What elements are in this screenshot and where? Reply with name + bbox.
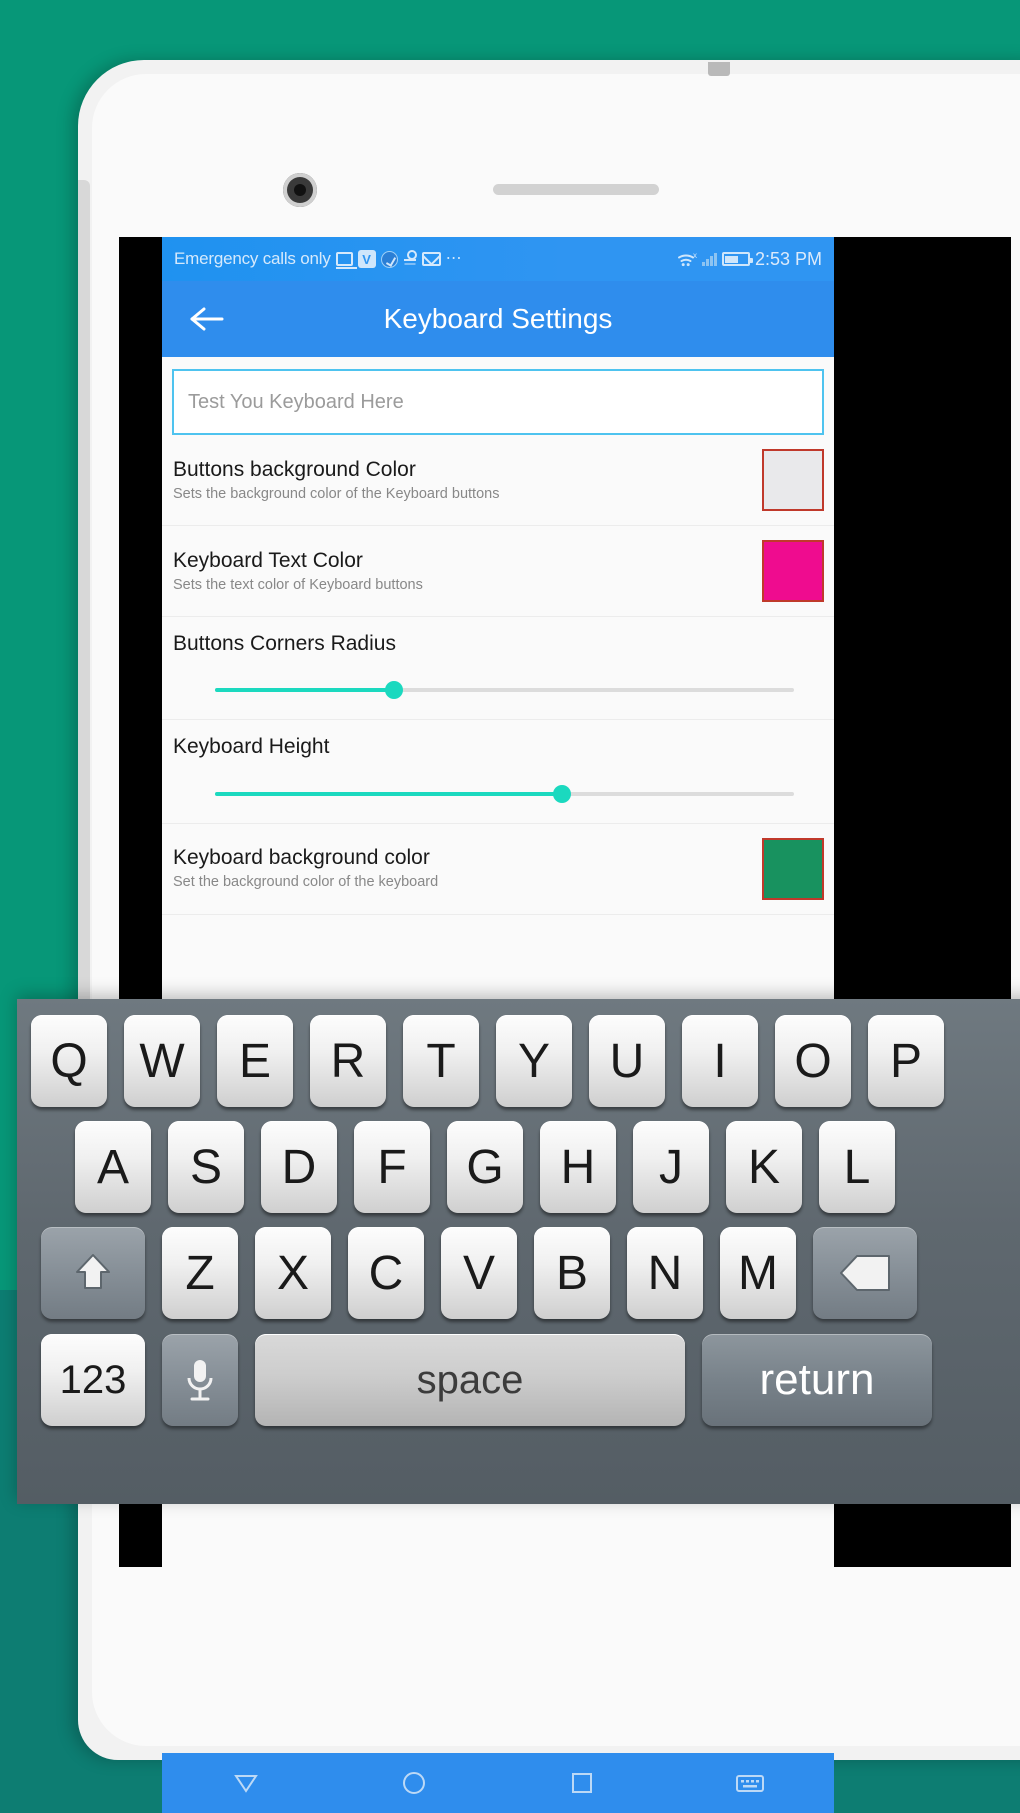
- color-swatch[interactable]: [762, 540, 824, 602]
- return-key[interactable]: return: [702, 1334, 932, 1426]
- slider-wrap: [173, 679, 824, 701]
- row-title: Keyboard background color: [173, 846, 430, 870]
- keyboard-row-1: Q W E R T Y U I O P: [17, 999, 1020, 1107]
- odnoklassniki-icon: [403, 250, 417, 268]
- status-bar: Emergency calls only V ⋯ x 2:53 PM: [162, 237, 834, 281]
- row-title: Keyboard Text Color: [173, 548, 363, 572]
- wifi-icon: x: [677, 251, 697, 267]
- browser-icon: [380, 250, 398, 268]
- key-q[interactable]: Q: [31, 1015, 107, 1107]
- row-title: Keyboard Height: [173, 735, 330, 759]
- setting-row-buttons-corners-radius[interactable]: Buttons Corners Radius: [162, 617, 834, 721]
- color-swatch[interactable]: [762, 449, 824, 511]
- shift-icon[interactable]: [41, 1227, 145, 1319]
- monitor-icon: [335, 252, 357, 269]
- color-swatch[interactable]: [762, 837, 824, 900]
- key-r[interactable]: R: [310, 1015, 386, 1107]
- keyboard-row-2: A S D F G H J K L: [17, 1107, 1020, 1213]
- row-title: Buttons Corners Radius: [173, 632, 396, 655]
- mail-icon: [421, 252, 441, 266]
- key-b[interactable]: B: [534, 1227, 610, 1319]
- key-s[interactable]: S: [168, 1121, 244, 1213]
- front-camera-icon: [283, 173, 317, 207]
- status-bar-left: Emergency calls only V ⋯: [174, 249, 677, 269]
- key-u[interactable]: U: [589, 1015, 665, 1107]
- key-o[interactable]: O: [775, 1015, 851, 1107]
- key-a[interactable]: A: [75, 1121, 151, 1213]
- setting-row-buttons-background-color[interactable]: Buttons background Color Sets the backgr…: [162, 435, 834, 526]
- key-k[interactable]: K: [726, 1121, 802, 1213]
- key-v[interactable]: V: [441, 1227, 517, 1319]
- row-subtitle: Sets the background color of the Keyboar…: [173, 485, 500, 502]
- delete-icon[interactable]: [813, 1227, 917, 1319]
- app-bar: Keyboard Settings: [162, 281, 834, 357]
- slider-fill: [215, 688, 395, 693]
- device-top-nub: [708, 62, 730, 76]
- key-n[interactable]: N: [627, 1227, 703, 1319]
- setting-row-keyboard-height[interactable]: Keyboard Height: [162, 720, 834, 824]
- keyboard-height-slider[interactable]: [215, 783, 794, 805]
- key-z[interactable]: Z: [162, 1227, 238, 1319]
- space-key[interactable]: space: [255, 1334, 685, 1426]
- signal-bars-icon: [702, 252, 717, 266]
- key-f[interactable]: F: [354, 1121, 430, 1213]
- key-t[interactable]: T: [403, 1015, 479, 1107]
- test-keyboard-field[interactable]: [172, 369, 824, 435]
- keyboard-row-3: Z X C V B N M: [17, 1213, 1020, 1319]
- key-h[interactable]: H: [540, 1121, 616, 1213]
- svg-text:x: x: [693, 251, 697, 260]
- row-texts: Keyboard Text Color Sets the text color …: [173, 548, 762, 595]
- row-subtitle: Sets the text color of Keyboard buttons: [173, 576, 423, 593]
- setting-row-keyboard-background-color[interactable]: Keyboard background color Set the backgr…: [162, 824, 834, 915]
- key-c[interactable]: C: [348, 1227, 424, 1319]
- key-e[interactable]: E: [217, 1015, 293, 1107]
- slider-thumb[interactable]: [385, 681, 404, 700]
- setting-row-keyboard-text-color[interactable]: Keyboard Text Color Sets the text color …: [162, 526, 834, 617]
- earpiece-speaker: [493, 184, 659, 195]
- key-j[interactable]: J: [633, 1121, 709, 1213]
- microphone-icon[interactable]: [162, 1334, 238, 1426]
- key-p[interactable]: P: [868, 1015, 944, 1107]
- keyboard-icon[interactable]: [730, 1768, 770, 1798]
- back-triangle-icon[interactable]: [226, 1768, 266, 1798]
- key-l[interactable]: L: [819, 1121, 895, 1213]
- row-texts: Keyboard background color Set the backgr…: [173, 845, 762, 892]
- back-arrow-icon[interactable]: [180, 292, 234, 346]
- row-title: Buttons background Color: [173, 457, 416, 481]
- test-keyboard-input[interactable]: [188, 390, 808, 414]
- status-bar-right: x 2:53 PM: [677, 249, 822, 270]
- home-circle-icon[interactable]: [394, 1768, 434, 1798]
- carrier-label: Emergency calls only: [174, 249, 331, 268]
- keyboard-row-4: 123 space return: [17, 1319, 1020, 1426]
- slider-wrap: [173, 783, 824, 805]
- row-subtitle: Set the background color of the keyboard: [173, 874, 439, 891]
- key-y[interactable]: Y: [496, 1015, 572, 1107]
- onscreen-keyboard: Q W E R T Y U I O P A S D F G H J K L Z …: [17, 999, 1020, 1504]
- slider-fill: [215, 791, 563, 796]
- android-navigation-bar: [162, 1753, 834, 1813]
- key-w[interactable]: W: [124, 1015, 200, 1107]
- key-i[interactable]: I: [682, 1015, 758, 1107]
- slider-thumb[interactable]: [553, 784, 572, 803]
- vk-icon: V: [357, 250, 376, 268]
- row-texts: Buttons background Color Sets the backgr…: [173, 457, 762, 504]
- page-title: Keyboard Settings: [383, 303, 613, 334]
- key-m[interactable]: M: [720, 1227, 796, 1319]
- battery-icon: [721, 252, 753, 266]
- recents-square-icon[interactable]: [562, 1768, 602, 1798]
- corner-radius-slider[interactable]: [215, 679, 794, 701]
- clock-label: 2:53 PM: [754, 248, 822, 269]
- overflow-dots-icon: ⋯: [445, 250, 463, 267]
- numeric-key[interactable]: 123: [41, 1334, 145, 1426]
- key-d[interactable]: D: [261, 1121, 337, 1213]
- key-g[interactable]: G: [447, 1121, 523, 1213]
- key-x[interactable]: X: [255, 1227, 331, 1319]
